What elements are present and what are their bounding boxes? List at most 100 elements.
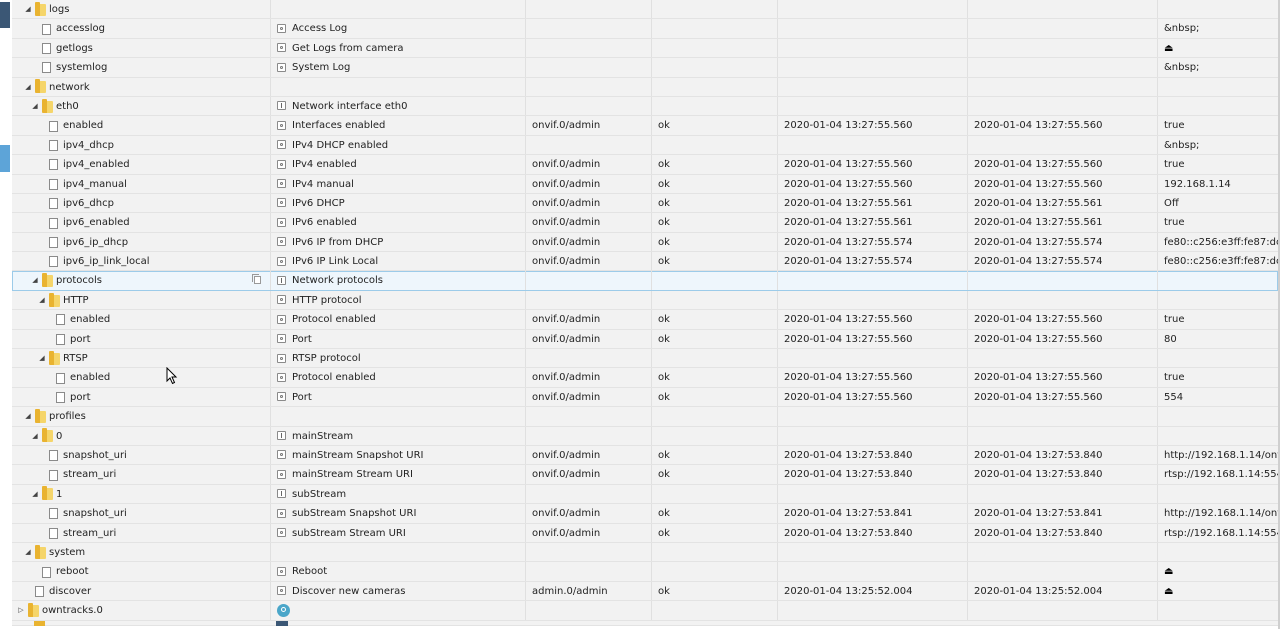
folder-icon xyxy=(34,620,45,626)
eject-button-icon[interactable]: ⏏ xyxy=(1164,582,1173,600)
tree-row-system[interactable]: ◢ system xyxy=(12,542,1278,563)
tree-row-1[interactable]: ◢ 1 subStream xyxy=(12,484,1278,505)
collapse-arrow-icon[interactable]: ◢ xyxy=(37,291,47,309)
tree-row-profiles[interactable]: ◢ profiles xyxy=(12,407,1278,427)
timestamp-cell: 2020-01-04 13:27:53.840 xyxy=(777,445,967,465)
collapse-arrow-icon[interactable]: ◢ xyxy=(23,78,33,96)
object-name: Protocol enabled xyxy=(292,372,376,384)
expand-arrow-icon[interactable]: ▷ xyxy=(16,601,26,619)
tree-row-enabled[interactable]: enabled Protocol enabled onvif.0/admin ok 20… xyxy=(12,310,1278,330)
tree-row-ipv6-ip-dhcp[interactable]: ipv6_ip_dhcp IPv6 IP from DHCP onvif.0/adm… xyxy=(12,232,1278,253)
last-changed-cell-text: 2020-01-04 13:27:55.561 xyxy=(974,197,1103,209)
tree-row-snapshot-uri[interactable]: snapshot_uri mainStream Snapshot URI onvif… xyxy=(12,445,1278,466)
value-cell[interactable]: ⏏ xyxy=(1157,562,1278,581)
name-cell: ipv4_dhcp xyxy=(12,136,270,154)
value-cell[interactable]: ⏏ xyxy=(1157,581,1278,601)
collapse-arrow-icon[interactable]: ◢ xyxy=(30,485,40,503)
tree-row-ipv4-enabled[interactable]: ipv4_enabled IPv4 enabled onvif.0/admin ok 2… xyxy=(12,155,1278,175)
value-text: true xyxy=(1164,120,1185,132)
object-id: ipv6_ip_link_local xyxy=(63,256,150,268)
ack-cell: ok xyxy=(651,445,777,465)
tree-row-owntracks-0[interactable]: ▷ owntracks.0 xyxy=(12,601,1278,621)
from-cell: onvif.0/admin xyxy=(525,504,651,523)
value-cell[interactable]: ⏏ xyxy=(1157,38,1278,58)
file-icon xyxy=(42,566,51,578)
value-cell: http://192.168.1.14/onvif-h xyxy=(1157,445,1278,465)
description-cell: Port xyxy=(270,387,525,407)
from-cell-text: onvif.0/admin xyxy=(532,391,601,403)
description-cell: Network protocols xyxy=(270,271,525,290)
timestamp-cell: 2020-01-04 13:27:55.574 xyxy=(777,232,967,252)
value-cell: fe80::c256:e3ff:fe87:dcf7 xyxy=(1157,252,1278,271)
tree-row-eth0[interactable]: ◢ eth0 Network interface eth0 xyxy=(12,96,1278,117)
name-cell: ipv6_ip_dhcp xyxy=(12,233,270,251)
timestamp-cell-text: 2020-01-04 13:27:55.561 xyxy=(784,197,913,209)
tree-row-getlogs[interactable]: getlogs Get Logs from camera ⏏ xyxy=(12,38,1278,59)
copy-icon[interactable] xyxy=(252,274,261,285)
tree-row-logs[interactable]: ◢ logs xyxy=(12,0,1278,20)
timestamp-cell: 2020-01-04 13:27:53.840 xyxy=(777,523,967,542)
description-cell: IPv6 enabled xyxy=(270,213,525,232)
ack-cell: ok xyxy=(651,523,777,542)
timestamp-cell: 2020-01-04 13:27:55.561 xyxy=(777,213,967,232)
object-id: enabled xyxy=(63,120,104,132)
ack-cell-text: ok xyxy=(658,585,670,597)
tree-row-port[interactable]: port Port onvif.0/admin ok 2020-01-04 13:27:… xyxy=(12,329,1278,350)
tree-row-reboot[interactable]: reboot Reboot ⏏ xyxy=(12,562,1278,582)
value-text: &nbsp; xyxy=(1164,139,1200,151)
tree-row-ipv4-manual[interactable]: ipv4_manual IPv4 manual onvif.0/admin ok 202… xyxy=(12,174,1278,194)
tree-row-enabled[interactable]: enabled Interfaces enabled onvif.0/admin ok… xyxy=(12,116,1278,136)
tree-row-snapshot-uri[interactable]: snapshot_uri subStream Snapshot URI onvif.… xyxy=(12,504,1278,524)
from-cell: onvif.0/admin xyxy=(525,329,651,349)
tree-row-accesslog[interactable]: accesslog Access Log &nbsp; xyxy=(12,19,1278,39)
eject-button-icon[interactable]: ⏏ xyxy=(1164,562,1173,580)
file-icon xyxy=(49,527,58,539)
timestamp-cell-text: 2020-01-04 13:25:52.004 xyxy=(784,585,913,597)
tree-row-enabled[interactable]: enabled Protocol enabled onvif.0/admin ok 20… xyxy=(12,368,1278,388)
tree-row-ipv6-enabled[interactable]: ipv6_enabled IPv6 enabled onvif.0/admin ok 2… xyxy=(12,213,1278,233)
timestamp-cell-text: 2020-01-04 13:27:55.560 xyxy=(784,120,913,132)
value-cell xyxy=(1157,542,1278,562)
folder-icon xyxy=(35,544,46,559)
value-text: 192.168.1.14 xyxy=(1164,178,1231,190)
tree-row-0[interactable]: ◢ 0 mainStream xyxy=(12,426,1278,446)
tree-row-http[interactable]: ◢ HTTP HTTP protocol xyxy=(12,290,1278,311)
tree-row-discover[interactable]: discover Discover new cameras admin.0/admi… xyxy=(12,581,1278,602)
object-name: IPv4 enabled xyxy=(292,159,357,171)
tree-row-rtsp[interactable]: ◢ RTSP RTSP protocol xyxy=(12,349,1278,369)
tree-row-ipv6-ip-link-local[interactable]: ipv6_ip_link_local IPv6 IP Link Local onvi… xyxy=(12,252,1278,272)
tree-row-systemlog[interactable]: systemlog System Log &nbsp; xyxy=(12,58,1278,78)
tree-row-stream-uri[interactable]: stream_uri mainStream Stream URI onvif.0/a… xyxy=(12,465,1278,485)
tree-row-ipv6-dhcp[interactable]: ipv6_dhcp IPv6 DHCP onvif.0/admin ok 2020-01… xyxy=(12,193,1278,214)
collapse-arrow-icon[interactable]: ◢ xyxy=(23,407,33,425)
last-changed-cell: 2020-01-04 13:27:55.560 xyxy=(967,116,1157,135)
ack-cell: ok xyxy=(651,116,777,135)
collapse-arrow-icon[interactable]: ◢ xyxy=(37,349,47,367)
collapse-arrow-icon[interactable]: ◢ xyxy=(23,0,33,18)
collapse-arrow-icon[interactable]: ◢ xyxy=(30,97,40,115)
value-text: rtsp://192.168.1.14:554/Str xyxy=(1164,527,1278,539)
tree-row-ipv4-dhcp[interactable]: ipv4_dhcp IPv4 DHCP enabled &nbsp; xyxy=(12,135,1278,156)
tree-row-stream-uri[interactable]: stream_uri subStream Stream URI onvif.0/ad… xyxy=(12,523,1278,543)
last-changed-cell-text: 2020-01-04 13:27:55.574 xyxy=(974,256,1103,268)
ack-cell xyxy=(651,58,777,77)
ack-cell: ok xyxy=(651,252,777,271)
tree-row-port[interactable]: port Port onvif.0/admin ok 2020-01-04 13:27:… xyxy=(12,387,1278,408)
state-type-icon xyxy=(277,140,286,150)
object-id: ipv6_dhcp xyxy=(63,197,114,209)
eject-button-icon[interactable]: ⏏ xyxy=(1164,39,1173,57)
from-cell-text: onvif.0/admin xyxy=(532,197,601,209)
ack-cell: ok xyxy=(651,155,777,174)
collapse-arrow-icon[interactable]: ◢ xyxy=(30,271,40,289)
name-cell: ipv4_manual xyxy=(12,175,270,193)
from-cell xyxy=(525,484,651,504)
value-text: http://192.168.1.14/onvif-h xyxy=(1164,449,1278,461)
last-changed-cell: 2020-01-04 13:27:55.574 xyxy=(967,252,1157,271)
tree-row-protocols[interactable]: ◢ protocols Network protocols xyxy=(12,271,1278,291)
from-cell-text: onvif.0/admin xyxy=(532,159,601,171)
name-cell: systemlog xyxy=(12,58,270,76)
tree-row-network[interactable]: ◢ network xyxy=(12,77,1278,97)
ack-cell: ok xyxy=(651,504,777,523)
collapse-arrow-icon[interactable]: ◢ xyxy=(23,543,33,561)
collapse-arrow-icon[interactable]: ◢ xyxy=(30,427,40,445)
